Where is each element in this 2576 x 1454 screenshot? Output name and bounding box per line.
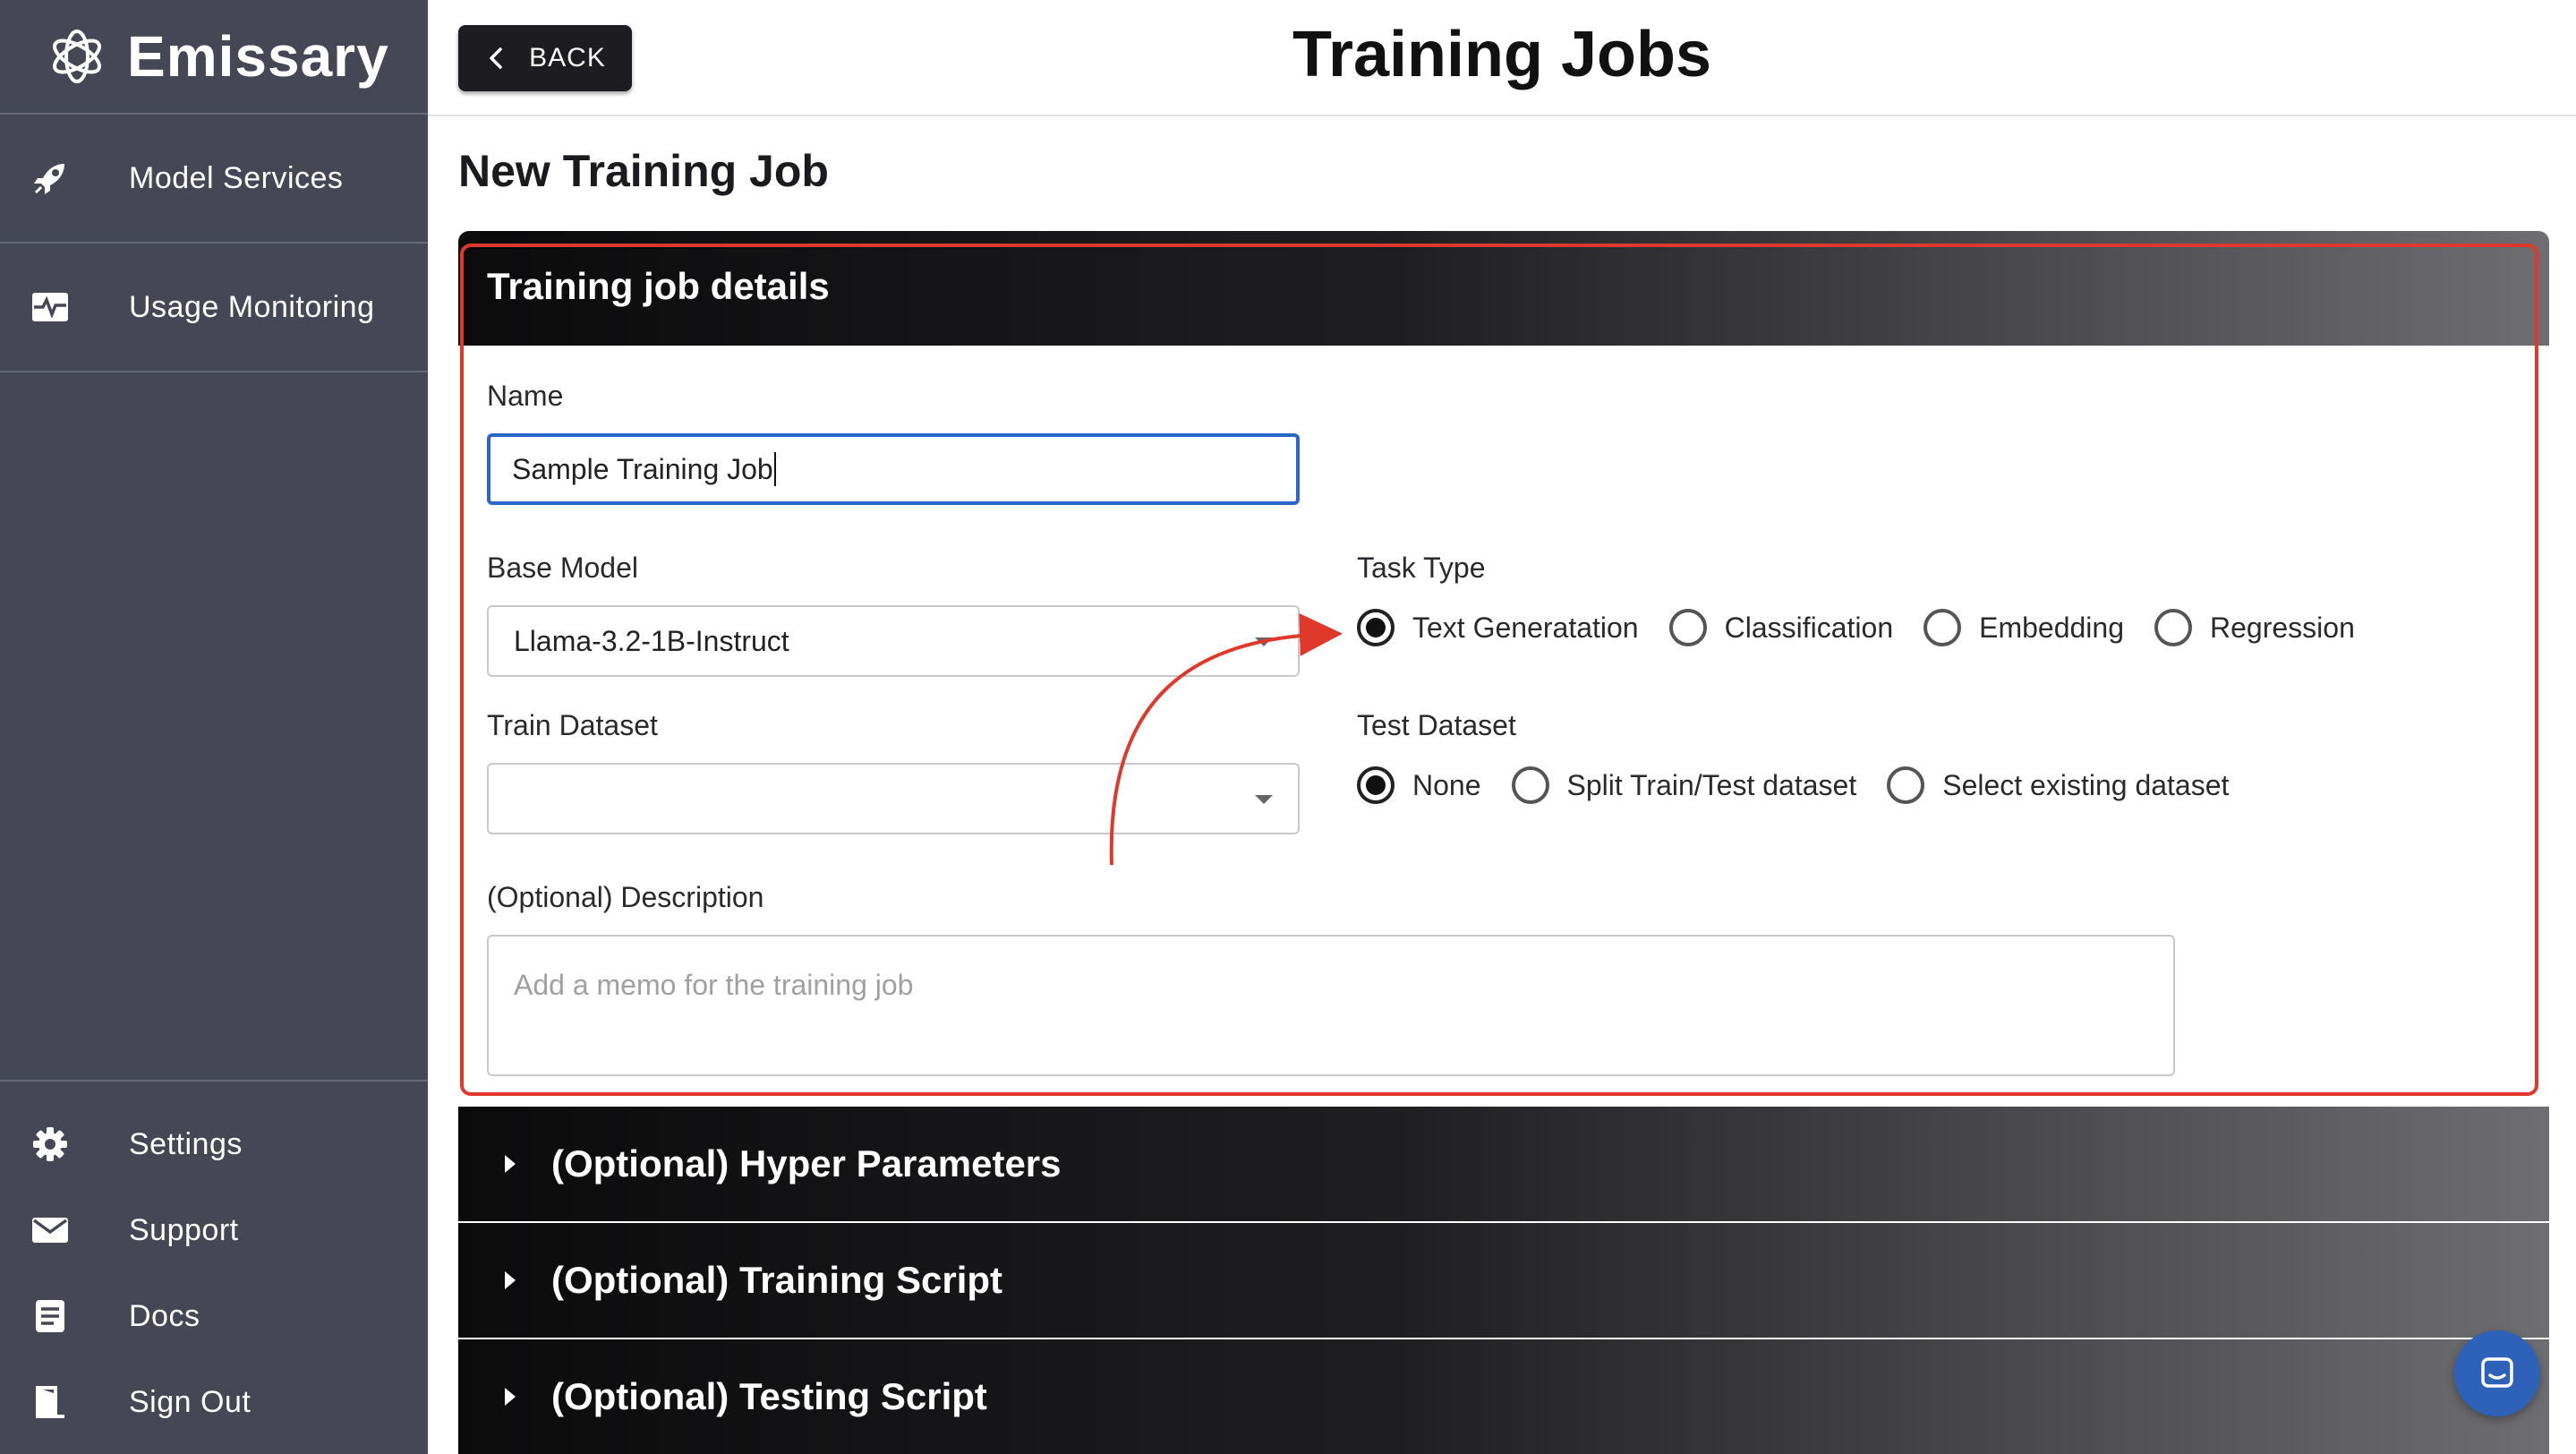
test-dataset-option-none[interactable]: None — [1357, 766, 1481, 804]
brand[interactable]: Emissary — [0, 0, 428, 115]
sidebar-item-label: Settings — [129, 1126, 243, 1161]
rocket-icon — [30, 158, 70, 198]
sidebar-item-label: Usage Monitoring — [129, 289, 375, 324]
chat-icon — [2481, 1357, 2513, 1388]
sidebar-item-docs[interactable]: Docs — [0, 1273, 428, 1359]
name-input[interactable]: Sample Training Job — [487, 433, 1300, 505]
radio-unchecked-icon[interactable] — [1511, 766, 1549, 804]
radio-label: None — [1412, 768, 1481, 801]
radio-label: Text Generatation — [1412, 611, 1639, 644]
radio-label: Embedding — [1979, 611, 2124, 644]
radio-label: Select existing dataset — [1942, 768, 2230, 801]
sidebar-item-label: Support — [129, 1212, 239, 1247]
train-dataset-select[interactable] — [487, 763, 1300, 834]
sidebar-item-settings[interactable]: Settings — [0, 1101, 428, 1187]
sidebar-item-sign-out[interactable]: Sign Out — [0, 1359, 428, 1445]
sidebar-item-usage-monitoring[interactable]: Usage Monitoring — [0, 244, 428, 372]
sidebar-item-label: Model Services — [129, 160, 344, 195]
test-dataset-option-split[interactable]: Split Train/Test dataset — [1511, 766, 1857, 804]
door-exit-icon — [30, 1382, 70, 1422]
description-textarea[interactable]: Add a memo for the training job — [487, 935, 2175, 1076]
sidebar-item-label: Docs — [129, 1298, 200, 1333]
accordion-hyper-parameters[interactable]: (Optional) Hyper Parameters — [458, 1107, 2549, 1221]
dropdown-arrow-icon — [1255, 637, 1273, 646]
task-type-option-classification[interactable]: Classification — [1668, 609, 1894, 646]
radio-unchecked-icon[interactable] — [1887, 766, 1925, 804]
description-placeholder: Add a memo for the training job — [514, 969, 914, 1001]
radio-checked-icon[interactable] — [1357, 766, 1395, 804]
caret-right-icon — [505, 1155, 516, 1173]
card-header: Training job details — [458, 231, 2549, 346]
header: BACK Training Jobs — [428, 0, 2576, 116]
name-label: Name — [487, 380, 564, 412]
radio-label: Classification — [1724, 611, 1894, 644]
task-type-label: Task Type — [1357, 552, 1486, 584]
radio-label: Regression — [2210, 611, 2355, 644]
sidebar-item-model-services[interactable]: Model Services — [0, 115, 428, 244]
page-title: Training Jobs — [1292, 19, 1712, 90]
train-dataset-label: Train Dataset — [487, 709, 658, 741]
task-type-radio-group: Text Generatation Classification Embeddi… — [1357, 609, 2385, 646]
accordion-testing-script[interactable]: (Optional) Testing Script — [458, 1339, 2549, 1454]
chat-launcher-button[interactable] — [2454, 1330, 2540, 1416]
name-input-value: Sample Training Job — [512, 452, 773, 485]
radio-unchecked-icon[interactable] — [1668, 609, 1707, 646]
test-dataset-radio-group: None Split Train/Test dataset Select exi… — [1357, 766, 2259, 804]
radio-unchecked-icon[interactable] — [2154, 609, 2192, 646]
radio-label: Split Train/Test dataset — [1566, 768, 1857, 801]
radio-checked-icon[interactable] — [1357, 609, 1395, 646]
task-type-option-embedding[interactable]: Embedding — [1923, 609, 2124, 646]
accordion-title: (Optional) Testing Script — [551, 1375, 987, 1417]
brand-name: Emissary — [127, 24, 389, 89]
text-caret — [773, 452, 776, 486]
task-type-option-text-generation[interactable]: Text Generatation — [1357, 609, 1639, 646]
gear-icon — [30, 1125, 70, 1164]
base-model-select[interactable]: Llama-3.2-1B-Instruct — [487, 605, 1300, 677]
caret-right-icon — [505, 1388, 516, 1406]
card-title: Training job details — [487, 265, 830, 307]
base-model-value: Llama-3.2-1B-Instruct — [514, 624, 789, 657]
sidebar-item-label: Sign Out — [129, 1384, 252, 1419]
accordion-title: (Optional) Hyper Parameters — [551, 1142, 1062, 1185]
section-title: New Training Job — [458, 146, 829, 196]
mail-icon — [30, 1210, 70, 1250]
description-label: (Optional) Description — [487, 881, 764, 913]
base-model-label: Base Model — [487, 552, 638, 584]
radio-unchecked-icon[interactable] — [1923, 609, 1962, 646]
dropdown-arrow-icon — [1255, 795, 1273, 804]
document-icon — [30, 1296, 70, 1336]
task-type-option-regression[interactable]: Regression — [2154, 609, 2355, 646]
sidebar-item-support[interactable]: Support — [0, 1187, 428, 1273]
sidebar-bottom: Settings Support Docs Sign Out — [0, 1080, 428, 1445]
test-dataset-label: Test Dataset — [1357, 709, 1516, 741]
caret-right-icon — [505, 1271, 516, 1289]
accordion-title: (Optional) Training Script — [551, 1259, 1002, 1301]
emissary-logo-icon — [53, 30, 101, 83]
sidebar: Emissary Model Services Usage Monitoring… — [0, 0, 428, 1454]
pulse-monitor-icon — [30, 287, 70, 327]
accordion-training-script[interactable]: (Optional) Training Script — [458, 1223, 2549, 1338]
test-dataset-option-existing[interactable]: Select existing dataset — [1887, 766, 2229, 804]
